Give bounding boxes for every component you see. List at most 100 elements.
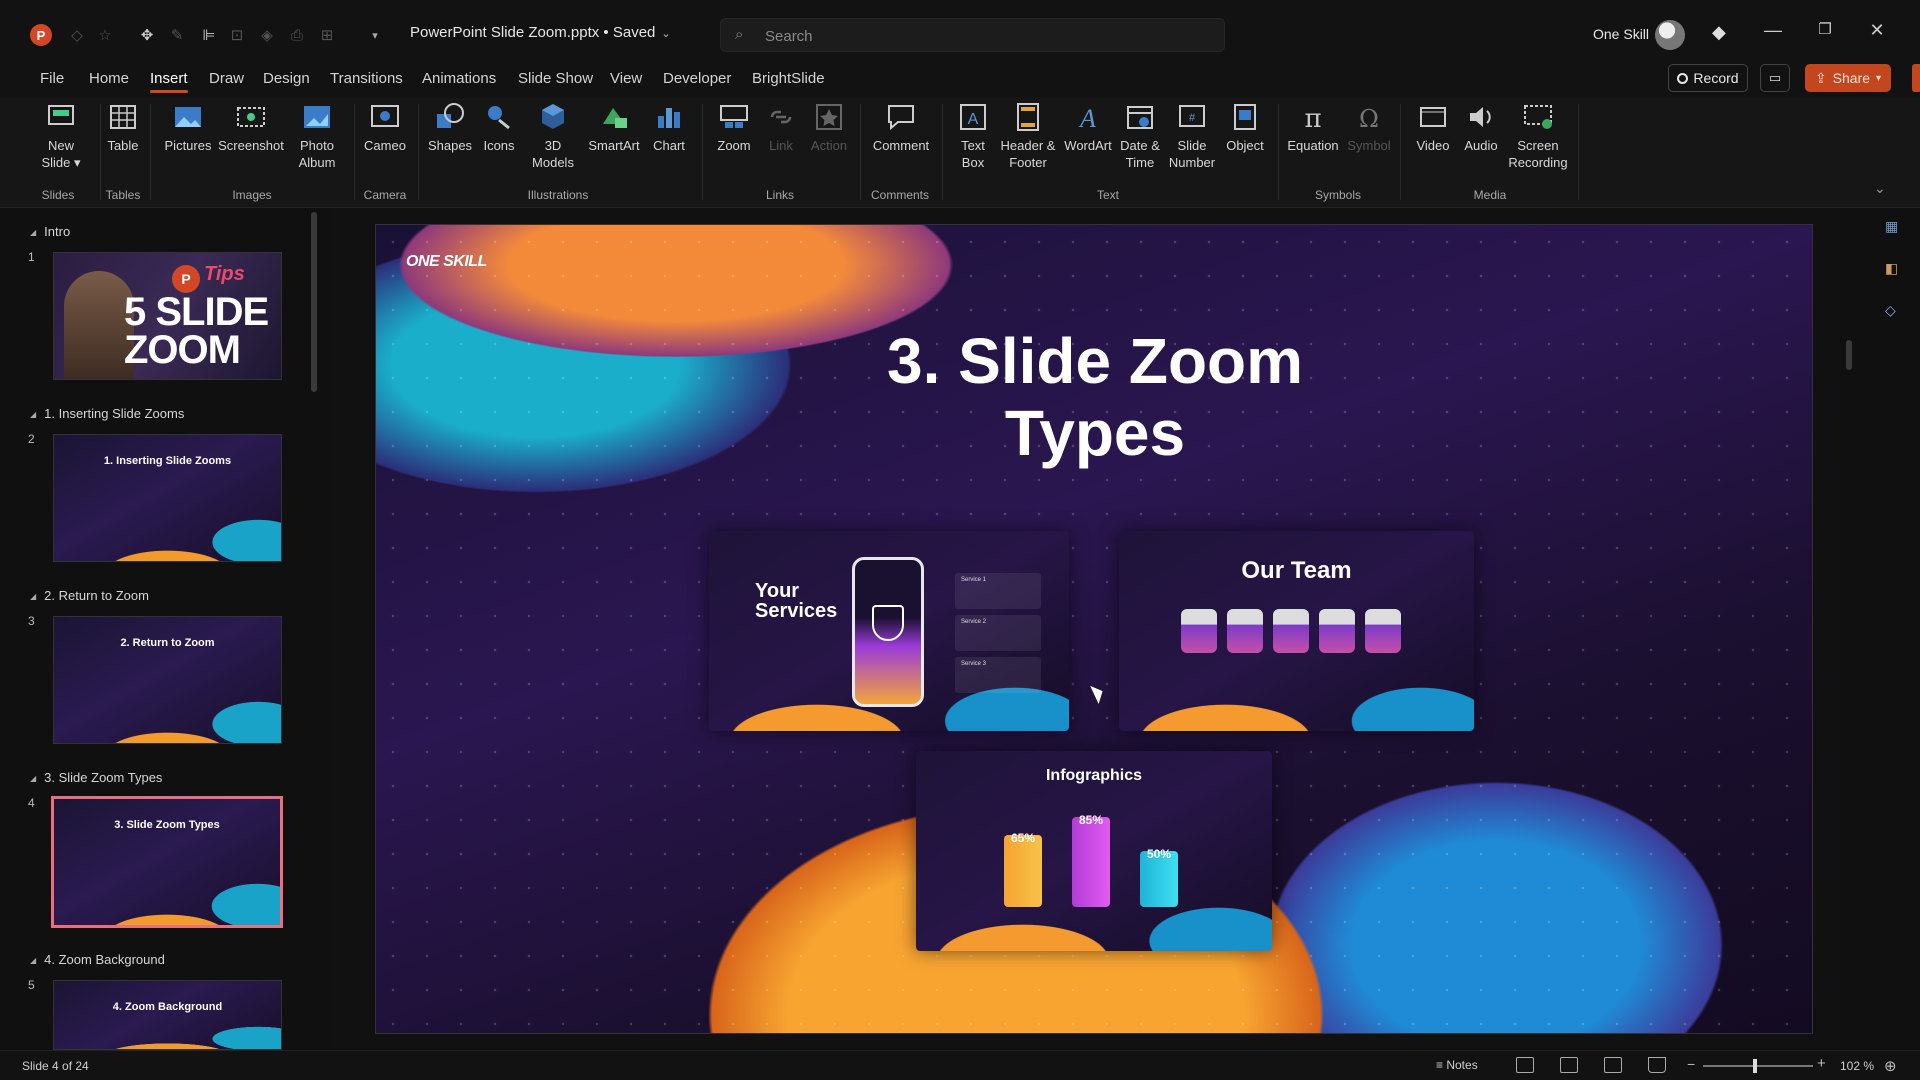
fit-to-window-icon[interactable]: ⊕ <box>1884 1057 1897 1075</box>
team-member-photo <box>1227 609 1263 653</box>
avatar[interactable] <box>1655 20 1685 50</box>
shapes-icon <box>437 103 464 128</box>
tab-design[interactable]: Design <box>263 70 310 87</box>
screen-recording-button[interactable]: Screen Recording <box>1506 100 1570 171</box>
tab-draw[interactable]: Draw <box>209 70 244 87</box>
collapse-ribbon-icon[interactable]: ⌄ <box>1874 180 1886 197</box>
zoom-level[interactable]: 102 % <box>1840 1059 1874 1073</box>
distribute-icon[interactable]: ⊞ <box>316 24 338 46</box>
slide-sorter-view-icon[interactable] <box>1560 1057 1578 1073</box>
table-button[interactable]: Table <box>100 100 146 154</box>
crop-icon[interactable]: ⊡ <box>226 24 248 46</box>
shape-fill-icon[interactable]: ◈ <box>256 24 278 46</box>
zoom-slider-handle[interactable] <box>1753 1059 1757 1073</box>
screenshot-button[interactable]: Screenshot <box>216 100 286 154</box>
reading-view-icon[interactable] <box>1604 1057 1622 1073</box>
text-box-button[interactable]: A Text Box <box>950 100 996 171</box>
zoom-card-services[interactable]: Your Services Service 1 Service 2 Servic… <box>709 531 1069 731</box>
slide-thumb-1[interactable]: P Tips 5 SLIDE ZOOM <box>53 252 282 380</box>
tab-developer[interactable]: Developer <box>663 70 731 87</box>
action-button[interactable]: Action <box>806 100 852 154</box>
shapes-button[interactable]: Shapes <box>424 100 476 154</box>
symbol-button[interactable]: Ω Symbol <box>1344 100 1394 154</box>
zoom-card-team[interactable]: Our Team <box>1119 531 1474 731</box>
section-zoom-background[interactable]: 4. Zoom Background <box>30 952 165 967</box>
slide-scrollbar[interactable] <box>1846 340 1852 370</box>
comment-bubble-icon: ▭ <box>1768 70 1782 85</box>
document-title[interactable]: PowerPoint Slide Zoom.pptx • Saved ⌄ <box>410 24 671 41</box>
3d-models-button[interactable]: 3D Models <box>522 100 584 171</box>
premium-diamond-icon[interactable]: ◆ <box>1712 22 1726 43</box>
tab-file[interactable]: File <box>40 70 64 87</box>
video-button[interactable]: Video <box>1408 100 1458 154</box>
panel-scrollbar[interactable] <box>311 212 317 392</box>
comment-icon <box>888 105 914 131</box>
restore-icon[interactable]: ❐ <box>1810 20 1840 48</box>
slide-thumb-2[interactable]: 1. Inserting Slide Zooms <box>53 434 282 562</box>
slide-title[interactable]: 3. Slide Zoom Types <box>376 325 1812 469</box>
pictures-button[interactable]: Pictures <box>160 100 216 154</box>
link-button[interactable]: Link <box>760 100 802 154</box>
slide-show-view-icon[interactable] <box>1648 1057 1666 1073</box>
tab-home[interactable]: Home <box>89 70 129 87</box>
search-box[interactable]: ⌕ <box>720 18 1225 52</box>
smartart-button[interactable]: SmartArt <box>584 100 644 154</box>
current-slide[interactable]: ONE SKILL 3. Slide Zoom Types Your Servi… <box>375 224 1813 1034</box>
format-icon[interactable]: ◇ <box>1885 302 1905 322</box>
wordart-button[interactable]: A WordArt <box>1060 100 1116 154</box>
zoom-in-icon[interactable]: + <box>1817 1055 1826 1072</box>
section-return-to-zoom[interactable]: 2. Return to Zoom <box>30 588 149 603</box>
screen-recording-icon <box>1524 105 1552 129</box>
print-icon[interactable]: ⎙ <box>286 24 308 46</box>
slide-number-button[interactable]: # Slide Number <box>1166 100 1218 171</box>
section-slide-zoom-types[interactable]: 3. Slide Zoom Types <box>30 770 162 785</box>
designer-icon[interactable]: ▦ <box>1885 218 1905 238</box>
normal-view-icon[interactable] <box>1516 1057 1534 1073</box>
new-slide-button[interactable]: New Slide ▾ <box>36 100 86 171</box>
close-icon[interactable]: ✕ <box>1862 20 1892 48</box>
equation-button[interactable]: π Equation <box>1284 100 1342 154</box>
date-time-icon <box>1127 106 1153 129</box>
tab-brightslide[interactable]: BrightSlide <box>752 70 825 87</box>
powerpoint-app-icon: P <box>30 24 52 46</box>
tab-view[interactable]: View <box>610 70 642 87</box>
zoom-slider[interactable] <box>1703 1065 1813 1067</box>
slide-thumb-4[interactable]: 3. Slide Zoom Types <box>51 796 283 928</box>
comment-button[interactable]: Comment <box>868 100 934 154</box>
photo-album-button[interactable]: Photo Album <box>288 100 346 171</box>
zoom-card-infographics[interactable]: Infographics 65% 85% 50% <box>916 751 1272 951</box>
card-title: Our Team <box>1241 557 1352 584</box>
share-button[interactable]: ⇪ Share ▾ <box>1805 64 1891 92</box>
zoom-button[interactable]: Zoom <box>708 100 760 154</box>
cameo-button[interactable]: Cameo <box>360 100 410 154</box>
tab-animations[interactable]: Animations <box>422 70 496 87</box>
comments-button[interactable]: ▭ <box>1760 64 1790 92</box>
date-time-button[interactable]: Date & Time <box>1116 100 1164 171</box>
chart-button[interactable]: Chart <box>646 100 692 154</box>
tab-insert[interactable]: Insert <box>150 70 188 93</box>
header-footer-button[interactable]: Header & Footer <box>998 100 1058 171</box>
zoom-out-icon[interactable]: − <box>1687 1056 1695 1072</box>
slide-thumb-5[interactable]: 4. Zoom Background <box>53 980 282 1050</box>
tab-transitions[interactable]: Transitions <box>330 70 403 87</box>
audio-button[interactable]: Audio <box>1458 100 1504 154</box>
search-input[interactable] <box>765 25 1205 47</box>
record-button[interactable]: Record <box>1668 64 1748 92</box>
object-button[interactable]: Object <box>1220 100 1270 154</box>
section-intro[interactable]: Intro <box>30 224 70 239</box>
move-icon[interactable]: ✥ <box>136 24 158 46</box>
align-icon[interactable]: ⊫ <box>198 24 220 46</box>
icons-button[interactable]: Icons <box>478 100 520 154</box>
section-inserting-slide-zooms[interactable]: 1. Inserting Slide Zooms <box>30 406 184 421</box>
tab-slide-show[interactable]: Slide Show <box>518 70 593 87</box>
favorite-icon[interactable]: ☆ <box>94 24 116 46</box>
customize-toolbar-icon[interactable]: ▾ <box>364 24 386 46</box>
notes-button[interactable]: ≡ Notes <box>1436 1058 1478 1072</box>
separator <box>942 104 943 200</box>
slide-thumb-3[interactable]: 2. Return to Zoom <box>53 616 282 744</box>
autosave-icon[interactable]: ◇ <box>66 24 88 46</box>
pen-icon[interactable]: ✎ <box>166 24 188 46</box>
minimize-icon[interactable]: — <box>1758 20 1788 48</box>
copilot-icon[interactable]: ◧ <box>1885 260 1905 280</box>
user-name: One Skill <box>1593 26 1650 42</box>
